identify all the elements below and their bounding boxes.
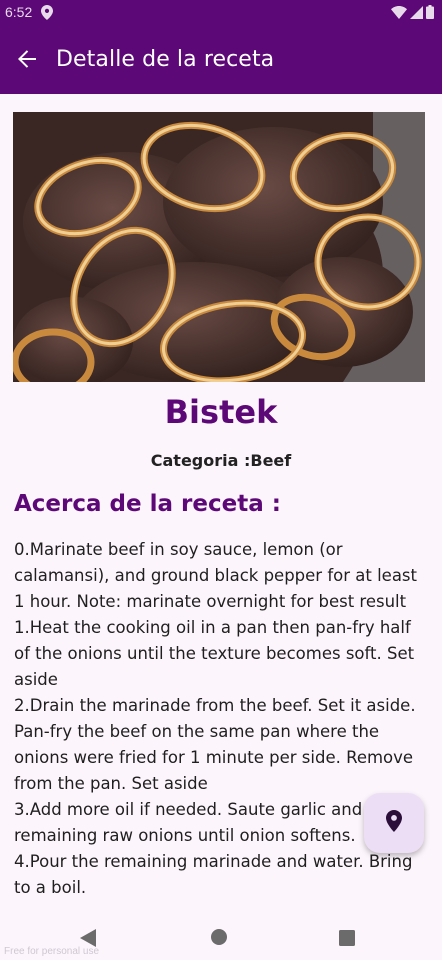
recipe-detail[interactable]: Bistek Categoria :Beef Acerca de la rece… <box>0 94 442 912</box>
status-time: 6:52 <box>5 4 33 20</box>
nav-home-icon[interactable] <box>211 929 227 950</box>
page-title: Detalle de la receta <box>56 47 275 72</box>
location-icon <box>41 5 53 25</box>
back-button[interactable] <box>12 46 42 76</box>
recipe-instructions: 0.Marinate beef in soy sauce, lemon (or … <box>14 540 418 897</box>
nav-recents-icon[interactable] <box>339 930 355 951</box>
signal-icon <box>410 5 423 24</box>
about-heading: Acerca de la receta : <box>14 491 281 517</box>
status-bar: 6:52 <box>0 0 442 26</box>
recipe-category: Categoria :Beef <box>150 451 292 470</box>
map-fab-button[interactable] <box>364 793 424 853</box>
recipe-image <box>13 112 425 382</box>
recipe-name: Bistek <box>164 393 278 431</box>
watermark: Free for personal use <box>4 946 100 957</box>
battery-icon <box>426 5 434 24</box>
wifi-icon <box>391 5 407 24</box>
location-pin-icon <box>386 809 402 837</box>
app-bar: Detalle de la receta <box>0 26 442 94</box>
arrow-left-icon <box>16 48 38 75</box>
